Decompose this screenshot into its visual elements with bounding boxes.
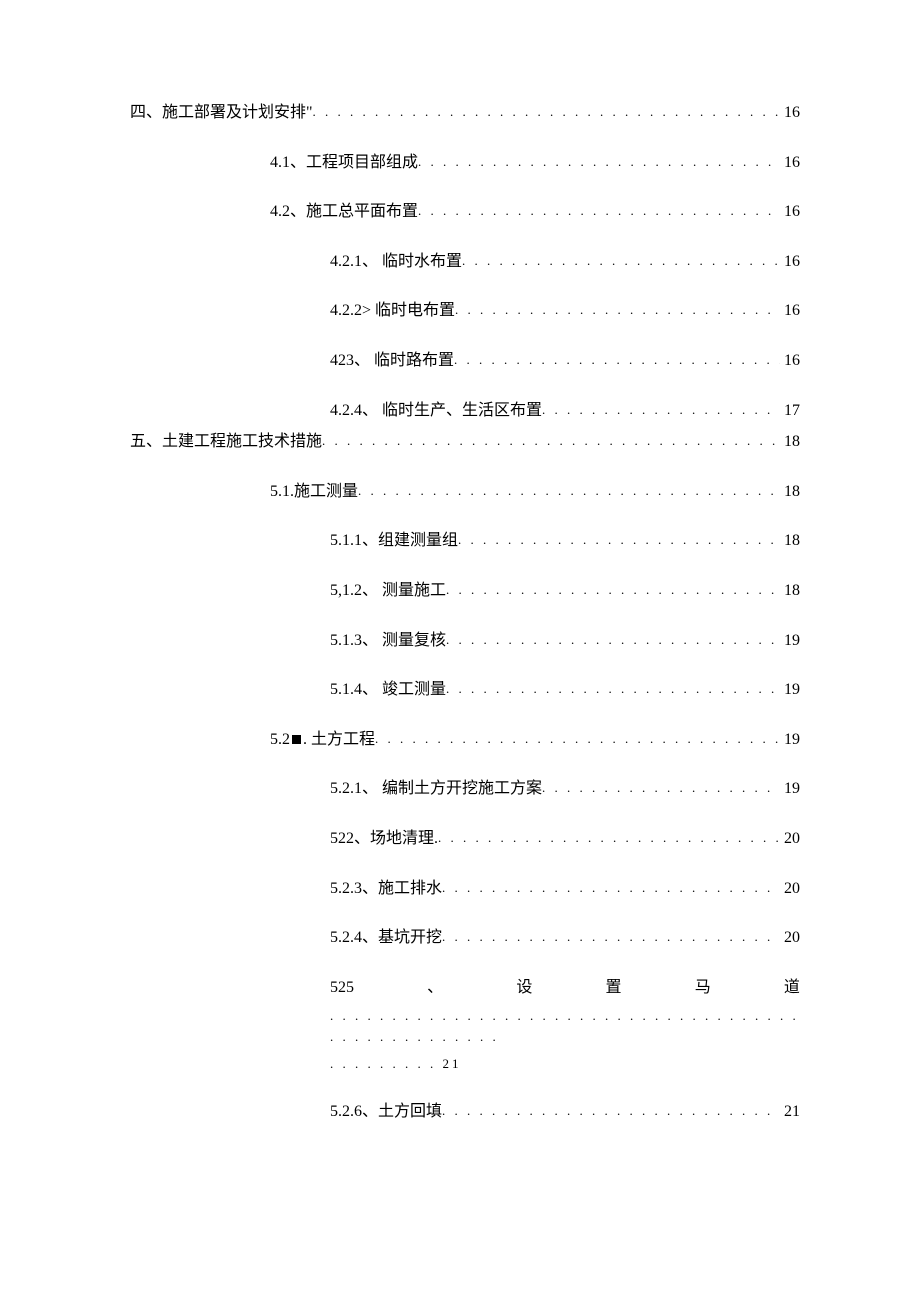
toc-dots — [322, 431, 780, 452]
toc-525-c5: 马 — [695, 975, 711, 1001]
toc-label: 5.1.1、组建测量组 — [330, 528, 458, 554]
toc-525-c3: 设 — [516, 975, 532, 1001]
toc-dots — [446, 679, 780, 700]
toc-page: 18 — [780, 429, 800, 455]
toc-entry-5-2-6: 5.2.6、土方回填 21 — [330, 1099, 800, 1125]
toc-page: 16 — [780, 249, 800, 275]
toc-525-c1: 525 — [330, 975, 354, 1001]
toc-page: 19 — [780, 628, 800, 654]
toc-525-c2: 、 — [427, 975, 443, 1001]
toc-dots — [442, 1101, 780, 1122]
toc-page: 18 — [780, 479, 800, 505]
toc-entry-5-2-1: 5.2.1、 编制土方开挖施工方案 19 — [330, 776, 800, 802]
toc-dots — [458, 530, 780, 551]
toc-entry-4-1: 4.1、工程项目部组成 16 — [270, 150, 800, 176]
toc-label: 5.2. 土方工程 — [270, 727, 375, 753]
toc-page: 16 — [780, 150, 800, 176]
toc-page: 20 — [780, 826, 800, 852]
toc-entry-4-2-4: 4.2.4、 临时生产、生活区布置 17 — [330, 398, 800, 424]
toc-dots — [455, 300, 780, 321]
toc-label: 5.1.4、 竣工测量 — [330, 677, 446, 703]
toc-dots — [442, 878, 780, 899]
toc-entry-4-2-2: 4.2.2> 临时电布置 16 — [330, 298, 800, 324]
toc-entry-5-2: 5.2. 土方工程 19 — [270, 727, 800, 753]
toc-entry-4-2-1: 4.2.1、 临时水布置 16 — [330, 249, 800, 275]
toc-dots — [446, 630, 780, 651]
toc-label: 4.2.1、 临时水布置 — [330, 249, 462, 275]
toc-label: 5.2.6、土方回填 — [330, 1099, 442, 1125]
square-icon — [292, 735, 301, 744]
toc-page: 16 — [780, 199, 800, 225]
toc-page: 18 — [780, 528, 800, 554]
toc-entry-5-2-4: 5.2.4、基坑开挖 20 — [330, 925, 800, 951]
toc-label: 5.1.施工测量 — [270, 479, 358, 505]
toc-dots — [313, 102, 780, 123]
toc-dots — [542, 778, 780, 799]
toc-dots — [438, 828, 780, 849]
toc-entry-5-1: 5.1.施工测量 18 — [270, 479, 800, 505]
toc-page: 16 — [780, 100, 800, 126]
toc-label: 4.2.2> 临时电布置 — [330, 298, 455, 324]
toc-dots — [442, 927, 780, 948]
toc-entry-5-2-5-line2: . . . . . . . . . . . . . . . . . . . . … — [330, 1006, 800, 1048]
toc-page: 20 — [780, 925, 800, 951]
toc-entry-5-1-2: 5,1.2、 测量施工 18 — [330, 578, 800, 604]
toc-page: 16 — [780, 348, 800, 374]
toc-dots — [375, 729, 780, 750]
toc-label: 4.1、工程项目部组成 — [270, 150, 418, 176]
toc-label: 5.2.4、基坑开挖 — [330, 925, 442, 951]
toc-entry-5-2-5-line3: . . . . . . . . . 21 — [330, 1054, 800, 1075]
toc-label: 4.2、施工总平面布置 — [270, 199, 418, 225]
toc-label: 423、 临时路布置 — [330, 348, 454, 374]
toc-label: 五、土建工程施工技术措施 — [130, 429, 322, 455]
toc-page: 17 — [780, 398, 800, 424]
toc-label: 5.1.3、 测量复核 — [330, 628, 446, 654]
toc-dots — [462, 251, 780, 272]
toc-page: 19 — [780, 727, 800, 753]
toc-entry-5: 五、土建工程施工技术措施 18 — [130, 429, 800, 455]
toc-entry-5-2-2: 522、场地清理. 20 — [330, 826, 800, 852]
toc-dots — [446, 580, 780, 601]
toc-label: 522、场地清理. — [330, 826, 438, 852]
toc-page: 21 — [780, 1099, 800, 1125]
toc-525-c4: 置 — [606, 975, 622, 1001]
toc-dots — [454, 350, 780, 371]
toc-dots — [542, 400, 780, 421]
toc-label: 四、施工部署及计划安排" — [130, 100, 313, 126]
toc-dots — [418, 152, 780, 173]
toc-page: 20 — [780, 876, 800, 902]
toc-entry-4-2-3: 423、 临时路布置 16 — [330, 348, 800, 374]
toc-label: 5,1.2、 测量施工 — [330, 578, 446, 604]
toc-page: 19 — [780, 776, 800, 802]
toc-entry-5-1-4: 5.1.4、 竣工测量 19 — [330, 677, 800, 703]
toc-entry-4: 四、施工部署及计划安排" 16 — [130, 100, 800, 126]
toc-label: 4.2.4、 临时生产、生活区布置 — [330, 398, 542, 424]
toc-525-c6: 道 — [784, 975, 800, 1001]
toc-page: 18 — [780, 578, 800, 604]
toc-entry-4-2: 4.2、施工总平面布置 16 — [270, 199, 800, 225]
toc-dots — [418, 201, 780, 222]
toc-dots — [358, 481, 780, 502]
toc-page: 19 — [780, 677, 800, 703]
toc-page: 16 — [780, 298, 800, 324]
toc-entry-5-2-5-line1: 525 、 设 置 马 道 — [330, 975, 800, 1001]
toc-label: 5.2.3、施工排水 — [330, 876, 442, 902]
toc-label: 5.2.1、 编制土方开挖施工方案 — [330, 776, 542, 802]
toc-entry-5-1-3: 5.1.3、 测量复核 19 — [330, 628, 800, 654]
toc-entry-5-1-1: 5.1.1、组建测量组 18 — [330, 528, 800, 554]
toc-entry-5-2-3: 5.2.3、施工排水 20 — [330, 876, 800, 902]
